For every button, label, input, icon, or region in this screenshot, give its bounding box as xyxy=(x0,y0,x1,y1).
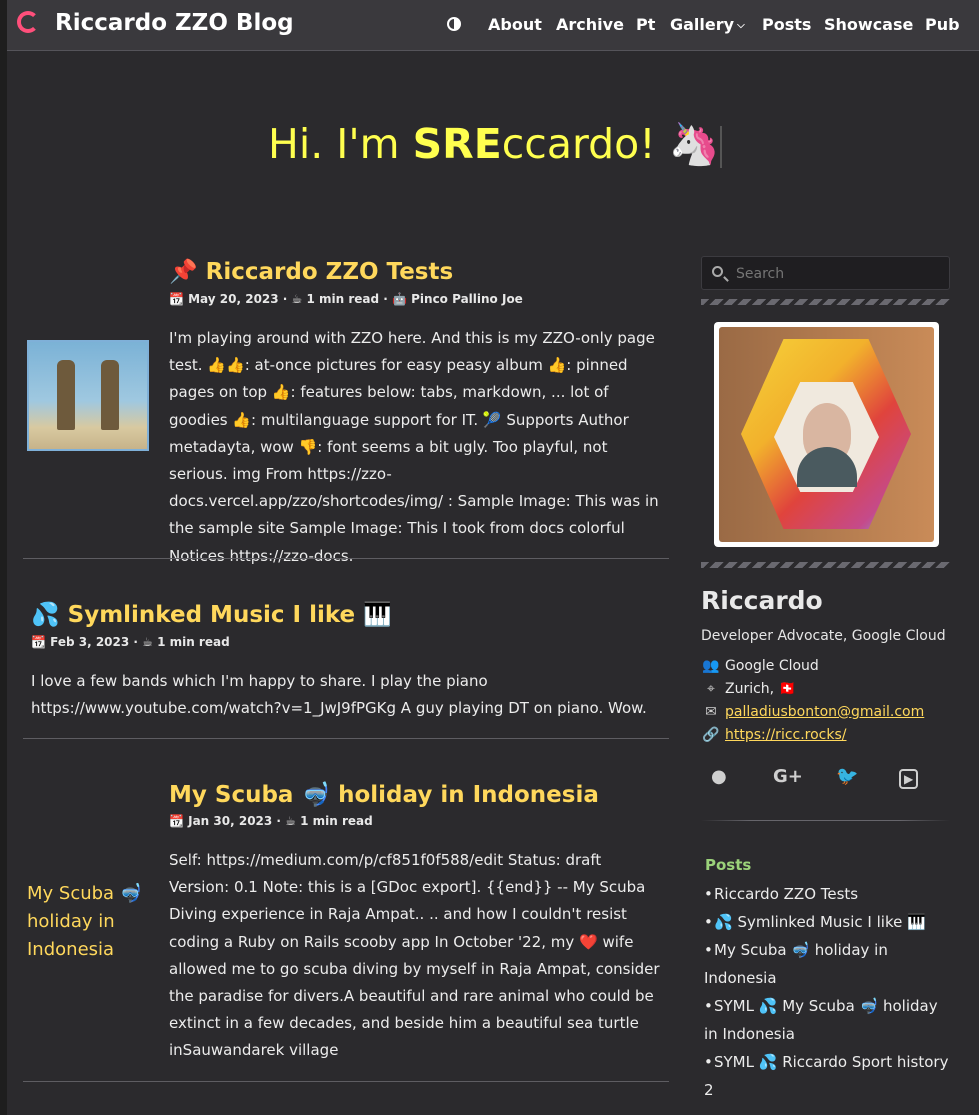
recent-post-item[interactable]: •SYML 💦 My Scuba 🤿 holiday in Indonesia xyxy=(704,992,949,1048)
nav-item-archive[interactable]: Archive xyxy=(556,15,624,34)
nav-item-gallery-label: Gallery xyxy=(670,15,735,34)
hatched-divider xyxy=(701,562,950,568)
chevron-down-icon: ⌵ xyxy=(737,20,745,31)
post-summary: Self: https://medium.com/p/cf851f0f588/e… xyxy=(169,851,660,1060)
nav-item-gallery[interactable]: Gallery ⌵ xyxy=(670,15,745,34)
twitter-icon[interactable]: 🐦 xyxy=(836,766,858,787)
author-location-text: Zurich, 🇨🇭 xyxy=(725,681,797,697)
recent-post-item[interactable]: •💦 Symlinked Music I like 🎹 xyxy=(704,908,949,936)
google-plus-icon[interactable]: G+ xyxy=(773,766,803,787)
github-icon[interactable]: ● xyxy=(711,766,727,787)
post-thumbnail[interactable] xyxy=(27,340,149,451)
nav-item-pub[interactable]: Pub xyxy=(925,15,960,34)
post-title[interactable]: 💦 Symlinked Music I like 🎹 xyxy=(31,601,392,628)
author-company: 👥 Google Cloud xyxy=(702,658,819,674)
link-icon: 🔗 xyxy=(702,727,720,743)
recent-post-link[interactable]: SYML 💦 My Scuba 🤿 holiday in Indonesia xyxy=(704,997,938,1043)
recent-posts-heading: Posts xyxy=(705,856,752,874)
recent-post-item[interactable]: •My Scuba 🤿 holiday in Indonesia xyxy=(704,936,949,992)
author-bio: Developer Advocate, Google Cloud xyxy=(701,628,946,644)
author-name: Riccardo xyxy=(701,586,823,615)
post-thumbnail-broken[interactable]: My Scuba 🤿 holiday in Indonesia xyxy=(27,880,157,964)
nav-item-posts[interactable]: Posts xyxy=(762,15,811,34)
post-meta: 📆 Jan 30, 2023 · ☕ 1 min read xyxy=(169,814,373,828)
people-icon: 👥 xyxy=(702,658,720,674)
recent-post-link[interactable]: Riccardo ZZO Tests xyxy=(714,885,858,903)
location-target-icon: ⌖ xyxy=(707,681,715,697)
bullet-icon: • xyxy=(704,997,713,1015)
bullet-icon: • xyxy=(704,941,713,959)
author-email: ✉ palladiusbonton@gmail.com xyxy=(702,704,924,720)
hero-prefix: Hi. I'm xyxy=(268,120,413,168)
avatar-photo xyxy=(719,327,934,542)
recent-post-item[interactable]: •Riccardo ZZO Tests xyxy=(704,880,949,908)
bullet-icon: • xyxy=(704,1053,713,1071)
recent-post-link[interactable]: SYML 💦 Riccardo Sport history 2 xyxy=(704,1053,948,1099)
nav-item-about[interactable]: About xyxy=(488,15,542,34)
mail-icon: ✉ xyxy=(705,704,717,720)
hero-bold: SRE xyxy=(412,120,502,168)
author-website: 🔗 https://ricc.rocks/ xyxy=(702,727,847,743)
post-separator xyxy=(23,558,669,559)
post-summary: I love a few bands which I'm happy to sh… xyxy=(31,672,647,718)
thumbnail-figure-left xyxy=(57,360,75,430)
navbar: Riccardo ZZO Blog About Archive Pt Galle… xyxy=(7,0,979,51)
recent-post-item[interactable]: •SYML 💦 Riccardo Sport history 2 xyxy=(704,1048,949,1104)
post-title[interactable]: My Scuba 🤿 holiday in Indonesia xyxy=(169,781,599,808)
post-summary: I'm playing around with ZZO here. And th… xyxy=(169,329,659,565)
site-title[interactable]: Riccardo ZZO Blog xyxy=(55,10,294,36)
post-meta: 📆 May 20, 2023 · ☕ 1 min read · 🤖 Pinco … xyxy=(169,292,523,306)
recent-post-link[interactable]: My Scuba 🤿 holiday in Indonesia xyxy=(704,941,888,987)
recent-post-link[interactable]: 💦 Symlinked Music I like 🎹 xyxy=(714,913,926,931)
hatched-divider xyxy=(701,299,950,305)
thumbnail-figure-right xyxy=(101,360,119,430)
hero-typewriter: Hi. I'm SREccardo! 🦄 xyxy=(268,120,722,169)
youtube-icon[interactable]: ▶ xyxy=(899,769,919,789)
post-separator xyxy=(23,1081,669,1082)
post-separator xyxy=(23,738,669,739)
author-email-link[interactable]: palladiusbonton@gmail.com xyxy=(725,704,924,720)
search-input[interactable] xyxy=(734,257,948,291)
theme-toggle-icon[interactable] xyxy=(447,17,461,31)
bullet-icon: • xyxy=(704,885,713,903)
typing-caret xyxy=(719,126,722,168)
author-location: ⌖ Zurich, 🇨🇭 xyxy=(702,681,796,697)
nav-item-showcase[interactable]: Showcase xyxy=(824,15,913,34)
author-company-text: Google Cloud xyxy=(725,658,819,674)
post-meta: 📆 Feb 3, 2023 · ☕ 1 min read xyxy=(31,635,230,649)
nav-item-pt[interactable]: Pt xyxy=(636,15,655,34)
sidebar-divider xyxy=(701,820,950,821)
avatar xyxy=(714,322,939,547)
search-icon xyxy=(712,266,723,277)
post-title[interactable]: 📌 Riccardo ZZO Tests xyxy=(169,258,453,285)
hero-suffix: ccardo! 🦄 xyxy=(501,120,720,168)
site-logo-icon[interactable] xyxy=(17,11,39,33)
author-website-link[interactable]: https://ricc.rocks/ xyxy=(725,727,847,743)
search-box[interactable] xyxy=(701,256,950,291)
bullet-icon: • xyxy=(704,913,713,931)
